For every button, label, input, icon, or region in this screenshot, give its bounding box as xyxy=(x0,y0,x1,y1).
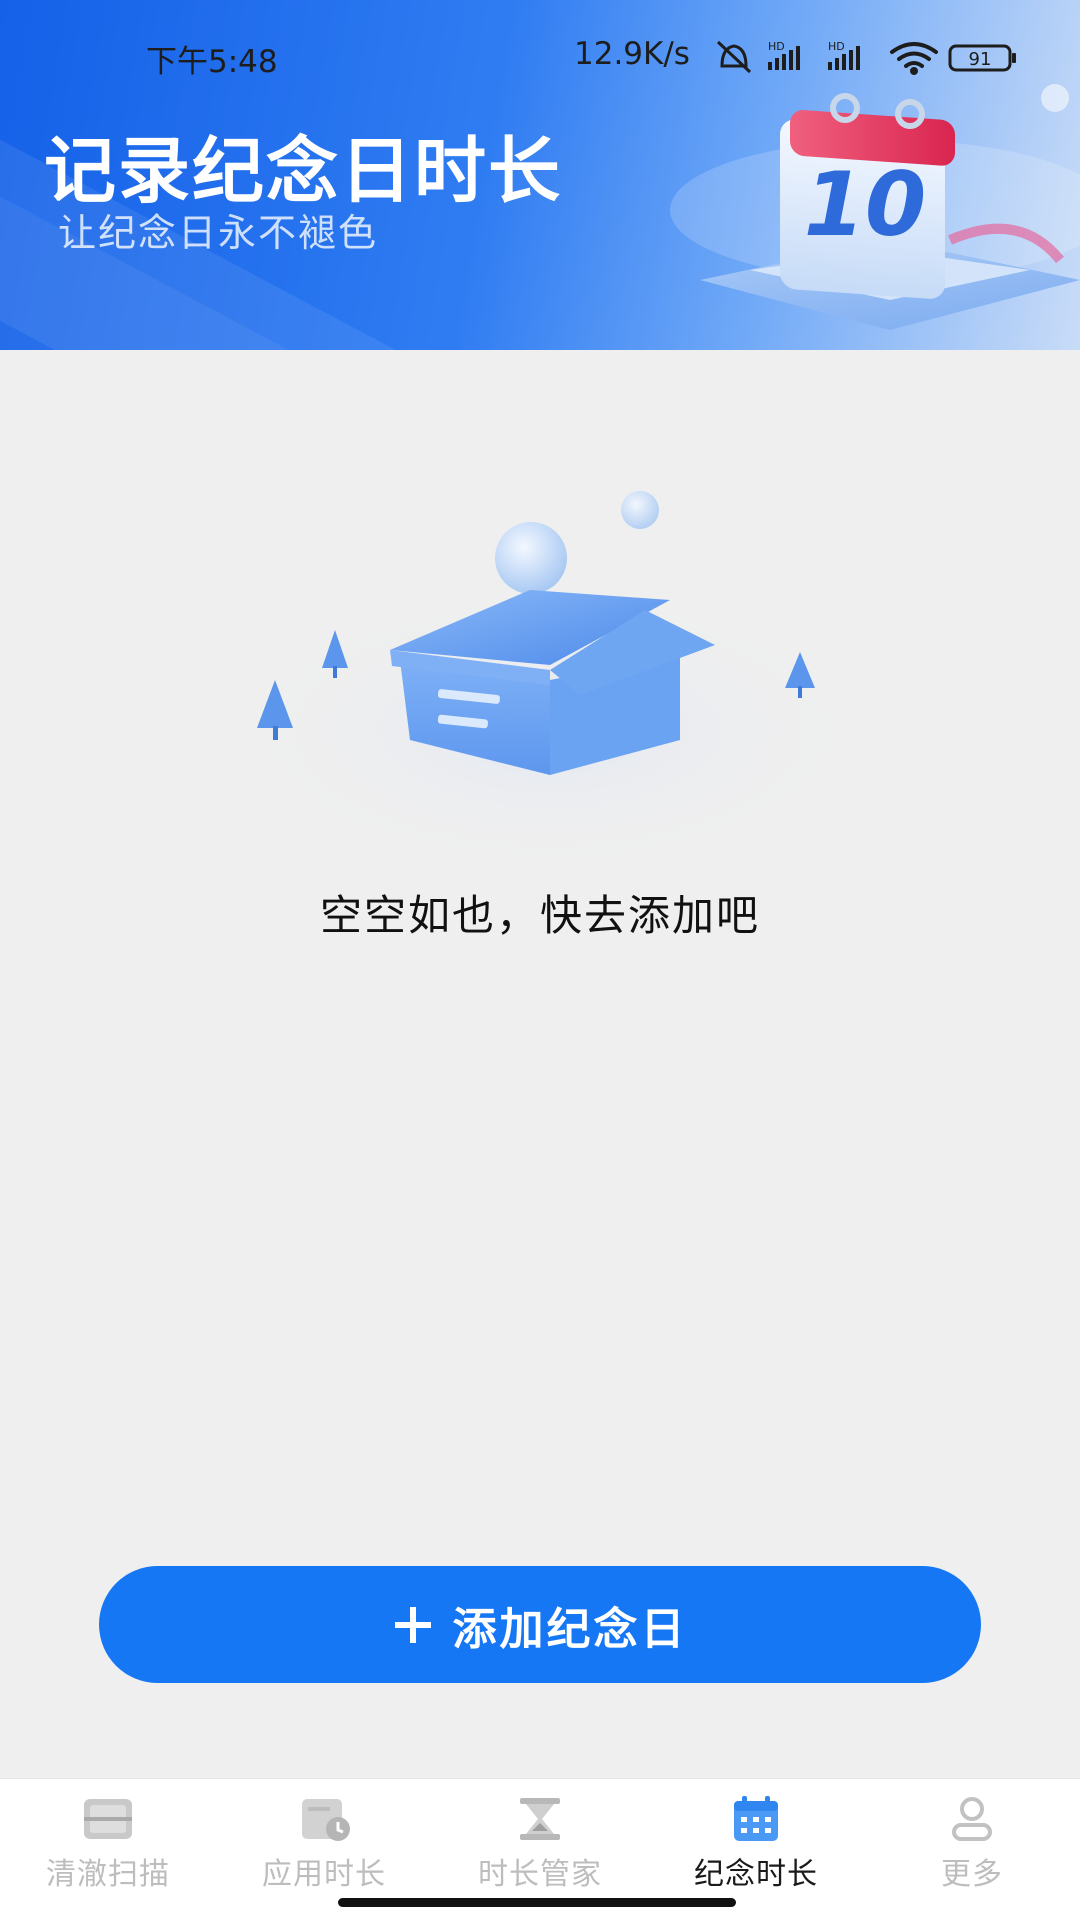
nav-label: 更多 xyxy=(941,1857,1003,1892)
banner-subtitle: 让纪念日永不褪色 xyxy=(58,211,379,255)
scan-icon xyxy=(84,1799,132,1839)
hourglass-icon xyxy=(520,1798,560,1840)
nav-label: 清澈扫描 xyxy=(46,1857,170,1892)
add-anniversary-button[interactable]: 添加纪念日 xyxy=(99,1566,981,1683)
app-usage-icon xyxy=(302,1799,350,1841)
nav-item-scan[interactable]: 清澈扫描 xyxy=(0,1795,216,1905)
status-time: 下午5:48 xyxy=(146,44,278,80)
calendar-number: 10 xyxy=(804,153,926,256)
nav-label: 应用时长 xyxy=(262,1857,386,1892)
nav-item-time-keeper[interactable]: 时长管家 xyxy=(432,1795,648,1905)
home-indicator[interactable] xyxy=(338,1898,736,1907)
empty-box-illustration xyxy=(220,491,860,880)
plus-icon xyxy=(394,1606,431,1643)
nav-label: 时长管家 xyxy=(478,1857,602,1892)
calendar-icon xyxy=(734,1796,778,1841)
calendar-illustration: 10 xyxy=(670,84,1080,330)
nav-label: 纪念时长 xyxy=(694,1857,818,1892)
header-banner: 下午5:48 12.9K/s HD HD 91 记录纪念日时长 让纪念日永不褪色… xyxy=(0,0,1080,350)
nav-item-more[interactable]: 更多 xyxy=(864,1795,1080,1905)
add-anniversary-label: 添加纪念日 xyxy=(452,1603,688,1655)
nav-item-anniversary[interactable]: 纪念时长 xyxy=(648,1795,864,1905)
person-icon xyxy=(952,1797,992,1841)
empty-state-message: 空空如也，快去添加吧 xyxy=(319,891,760,940)
nav-item-app-usage[interactable]: 应用时长 xyxy=(216,1795,432,1905)
